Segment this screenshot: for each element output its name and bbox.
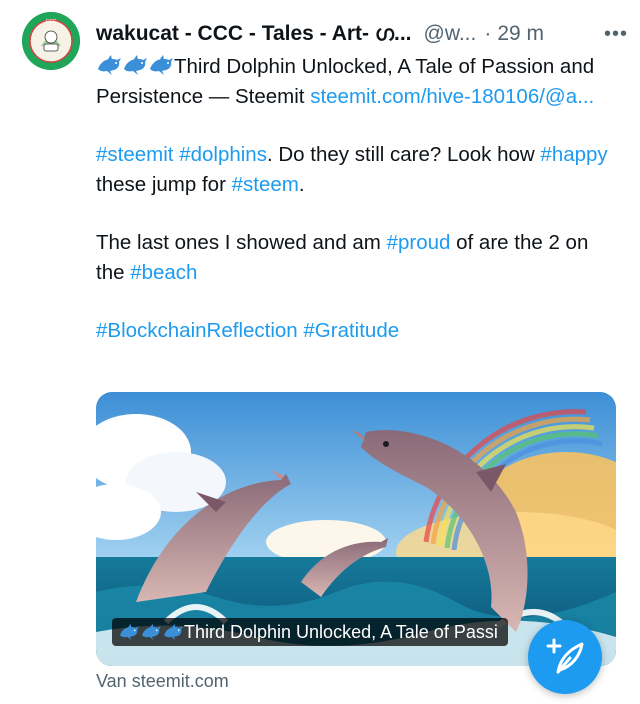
post-header: wakucat - CCC - Tales - Art- ഗ... @w... … [96,20,628,48]
hashtag-steem[interactable]: #steem [232,173,299,196]
paragraph-text: these jump for [96,173,232,196]
dolphin-icon [122,54,148,76]
dolphin-icon [140,623,162,641]
hashtag-proud[interactable]: #proud [387,231,451,254]
more-options-icon[interactable]: ••• [604,23,628,46]
svg-text:CCC: CCC [46,19,57,25]
preview-caption: Third Dolphin Unlocked, A Tale of Passi [112,618,508,646]
post-line-1: Third Dolphin Unlocked, A Tale of Passio… [96,52,616,112]
hashtag-happy[interactable]: #happy [540,143,607,166]
dolphin-icon [148,54,174,76]
header-separator: · [484,22,492,45]
hashtag-gratitude[interactable]: #Gratitude [303,319,399,342]
paragraph-text: . Do they still care? Look how [266,143,541,166]
paragraph-text: . [298,173,305,196]
hashtag-beach[interactable]: #beach [130,261,197,284]
compose-button[interactable] [528,620,602,694]
dolphin-icon [162,623,184,641]
post-paragraph-4: #BlockchainReflection #Gratitude [96,316,616,346]
article-link[interactable]: steemit.com/hive-180106/@a... [310,85,594,108]
compose-plus-icon [546,638,584,674]
post-body: Third Dolphin Unlocked, A Tale of Passio… [96,52,616,346]
preview-caption-text: Third Dolphin Unlocked, A Tale of Passi [184,622,498,642]
author-avatar[interactable]: CCC [22,12,80,70]
hashtag-steemit[interactable]: #steemit [96,143,173,166]
post-paragraph-2: #steemit #dolphins. Do they still care? … [96,140,616,200]
dolphin-icon [96,54,122,76]
post-paragraph-3: The last ones I showed and am #proud of … [96,228,616,288]
hashtag-blockchain-reflection[interactable]: #BlockchainReflection [96,319,298,342]
author-name[interactable]: wakucat - CCC - Tales - Art- ഗ... [96,22,412,46]
link-source[interactable]: Van steemit.com [96,671,229,692]
hashtag-dolphins[interactable]: #dolphins [179,143,267,166]
paragraph-text: The last ones I showed and am [96,231,387,254]
post-timestamp[interactable]: 29 m [497,22,544,46]
dolphin-icon [118,623,140,641]
author-handle[interactable]: @w... [424,22,477,46]
